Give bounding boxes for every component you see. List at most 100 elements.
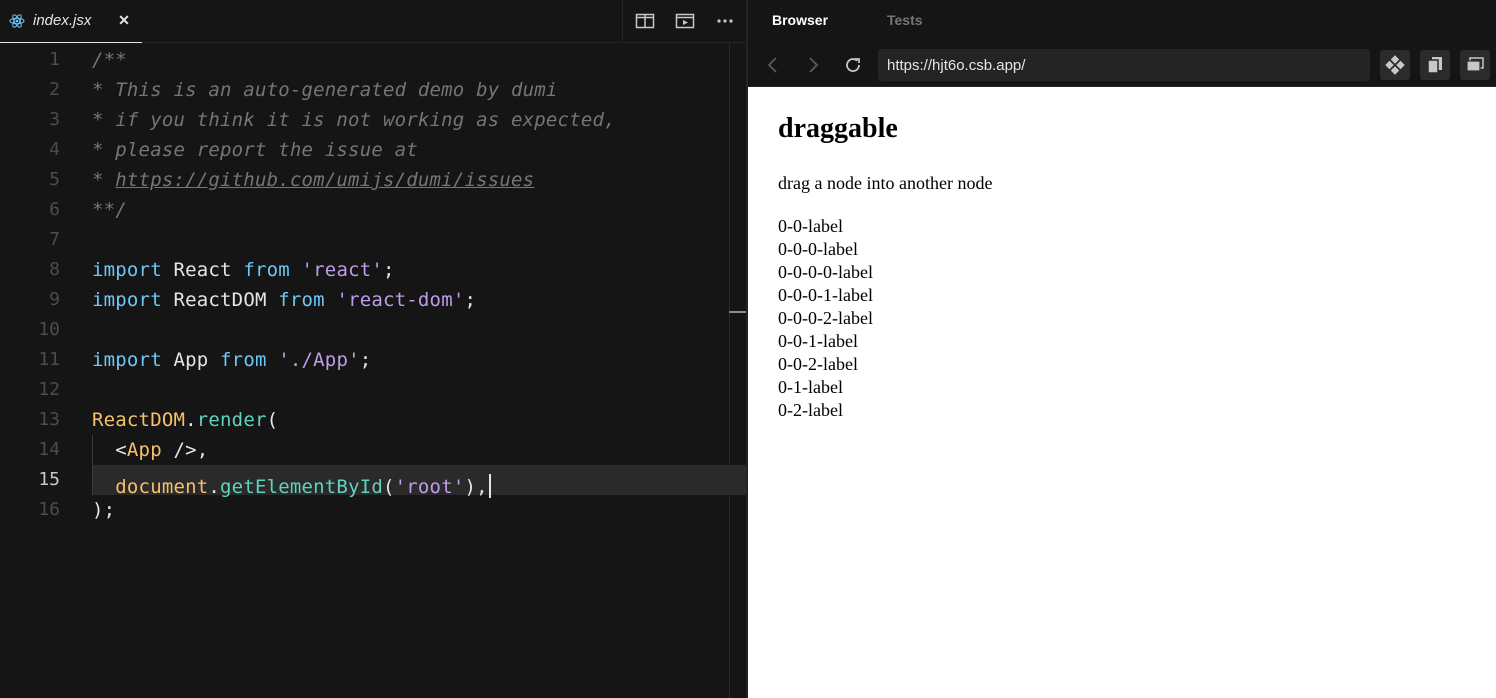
tab-tests[interactable]: Tests xyxy=(887,12,923,28)
code-token: from xyxy=(243,259,290,281)
code-token: './App' xyxy=(278,349,360,371)
code-line[interactable]: 13 ReactDOM.render( xyxy=(0,405,746,435)
code-line[interactable]: 4 * please report the issue at xyxy=(0,135,746,165)
code-line[interactable]: 16); xyxy=(0,495,746,525)
line-number: 6 xyxy=(49,199,60,220)
code-area[interactable]: 1 /** 2 * This is an auto-generated demo by… xyxy=(0,43,746,698)
code-line[interactable]: 1 /** xyxy=(0,45,746,75)
code-token: /** xyxy=(92,49,127,71)
open-new-window-icon[interactable] xyxy=(1420,50,1450,80)
tree-node[interactable]: 0-0-0-0-label xyxy=(778,261,873,284)
line-number: 9 xyxy=(49,289,60,310)
editor-actions xyxy=(622,0,746,43)
scrollbar-cursor-marker xyxy=(729,311,746,313)
line-text: import ReactDOM from 'react-dom'; xyxy=(92,289,476,311)
draggable-tree: 0-0-label 0-0-0-label 0-0-0-0-label 0-0-0-1… xyxy=(778,215,873,422)
code-token: React xyxy=(161,259,244,281)
code-line[interactable]: 9 import ReactDOM from 'react-dom'; xyxy=(0,285,746,315)
url-input[interactable] xyxy=(878,49,1370,81)
code-token: App xyxy=(161,349,221,371)
code-token: App xyxy=(126,439,162,461)
line-number: 15 xyxy=(38,469,60,490)
editor-tab-bar: index.jsx ✕ xyxy=(0,0,746,43)
open-preview-icon[interactable] xyxy=(674,11,696,31)
line-number: 4 xyxy=(49,139,60,160)
editor-tab-index-jsx[interactable]: index.jsx ✕ xyxy=(0,0,142,43)
line-number: 10 xyxy=(38,319,60,340)
tree-node[interactable]: 0-0-0-2-label xyxy=(778,307,873,330)
react-icon xyxy=(9,13,25,29)
close-icon[interactable]: ✕ xyxy=(116,11,132,29)
tree-node[interactable]: 0-1-label xyxy=(778,376,873,399)
code-token: from xyxy=(278,289,325,311)
line-text: ); xyxy=(92,499,115,521)
code-line[interactable]: 8 import React from 'react'; xyxy=(0,255,746,285)
code-token: />, xyxy=(161,439,209,461)
tab-browser[interactable]: Browser xyxy=(772,12,828,28)
code-line[interactable]: 5 * https://github.com/umijs/dumi/issues xyxy=(0,165,746,195)
code-token: 'react' xyxy=(301,259,384,281)
line-number: 2 xyxy=(49,79,60,100)
code-line[interactable]: 11 import App from './App'; xyxy=(0,345,746,375)
code-token: ; xyxy=(383,259,395,281)
line-text: * This is an auto-generated demo by dumi xyxy=(92,79,558,101)
code-token: < xyxy=(92,439,127,461)
browser-pane: Browser Tests https://hjt6o.csb.app/ dra… xyxy=(748,0,1496,698)
code-line[interactable]: 7 xyxy=(0,225,746,255)
split-editor-icon[interactable] xyxy=(634,11,656,31)
tree-node[interactable]: 0-0-0-label xyxy=(778,238,873,261)
code-line[interactable]: 6 **/ xyxy=(0,195,746,225)
code-token: . xyxy=(185,409,197,431)
tree-node[interactable]: 0-0-label xyxy=(778,215,873,238)
line-text: /** xyxy=(92,49,127,71)
code-editor: index.jsx ✕ 1 /** 2 * This is an auto-ge… xyxy=(0,0,746,698)
line-number: 11 xyxy=(38,349,60,370)
line-text: * please report the issue at xyxy=(92,139,418,161)
code-token: **/ xyxy=(92,199,127,221)
code-token: * please report the issue at xyxy=(92,139,418,161)
back-icon[interactable] xyxy=(762,54,784,76)
code-line[interactable]: 3 * if you think it is not working as exp… xyxy=(0,105,746,135)
code-line[interactable]: 15 document.getElementById('root'), xyxy=(0,465,746,498)
line-text: document.getElementById('root'), xyxy=(92,469,491,498)
line-text: * if you think it is not working as expe… xyxy=(92,109,616,131)
code-token: * if you think it is not working as expe… xyxy=(92,109,616,131)
line-number: 8 xyxy=(49,259,60,280)
forward-icon[interactable] xyxy=(802,54,824,76)
line-number: 5 xyxy=(49,169,60,190)
page-description: drag a node into another node xyxy=(778,173,993,193)
line-number: 16 xyxy=(38,499,60,520)
tree-node[interactable]: 0-0-1-label xyxy=(778,330,873,353)
reload-icon[interactable] xyxy=(842,54,864,76)
open-in-sandbox-icon[interactable] xyxy=(1460,50,1490,80)
tree-node[interactable]: 0-0-2-label xyxy=(778,353,873,376)
editor-scrollbar[interactable] xyxy=(729,43,730,698)
line-text: <App />, xyxy=(92,439,208,461)
code-line[interactable]: 14 <App />, xyxy=(0,435,746,465)
page-title: draggable xyxy=(778,113,898,144)
code-token: ReactDOM xyxy=(92,409,186,431)
code-line[interactable]: 10 xyxy=(0,315,746,345)
more-icon[interactable] xyxy=(714,11,736,31)
code-token: * xyxy=(92,169,116,191)
devtools-icon[interactable] xyxy=(1380,50,1410,80)
line-number: 12 xyxy=(38,379,60,400)
code-token: import xyxy=(92,259,162,281)
line-text: * https://github.com/umijs/dumi/issues xyxy=(92,169,534,191)
line-number: 1 xyxy=(49,49,60,70)
tree-node[interactable]: 0-2-label xyxy=(778,399,873,422)
code-token: import xyxy=(92,349,162,371)
code-line[interactable]: 2 * This is an auto-generated demo by dum… xyxy=(0,75,746,105)
editor-tab-label: index.jsx xyxy=(33,12,92,29)
line-number: 13 xyxy=(38,409,60,430)
preview-viewport: draggable drag a node into another node … xyxy=(748,87,1496,698)
code-token: import xyxy=(92,289,162,311)
code-token: ; xyxy=(464,289,477,311)
tree-node[interactable]: 0-0-0-1-label xyxy=(778,284,873,307)
code-line[interactable]: 12 xyxy=(0,375,746,405)
line-number: 3 xyxy=(49,109,60,130)
browser-tab-bar: Browser Tests xyxy=(748,0,1496,42)
code-token: render xyxy=(196,409,267,431)
